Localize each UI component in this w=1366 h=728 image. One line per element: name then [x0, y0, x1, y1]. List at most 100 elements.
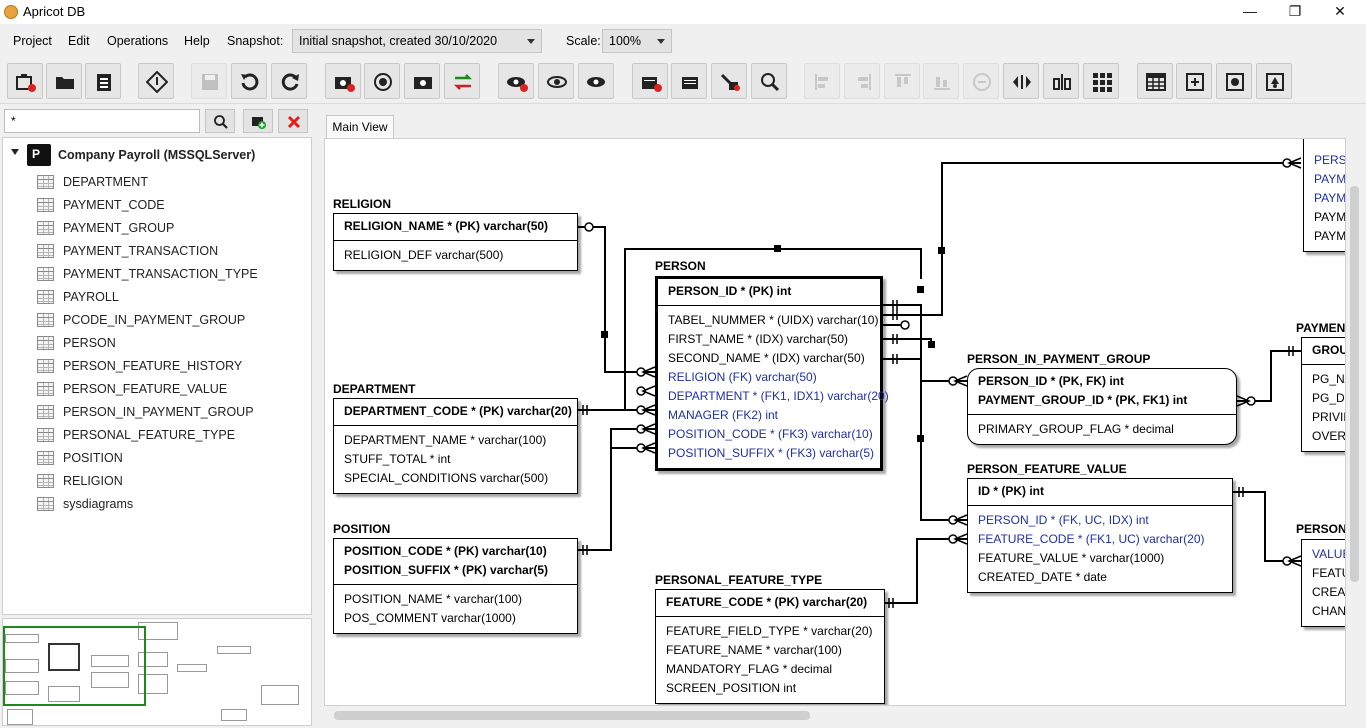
fk-column[interactable]: PAYM	[1314, 189, 1345, 208]
column[interactable]: PAYM	[1314, 208, 1345, 227]
fk-column[interactable]: RELIGION (FK) varchar(50)	[668, 368, 870, 387]
column[interactable]: CREATED_DATE * date	[978, 568, 1222, 587]
minimize-button[interactable]: —	[1228, 0, 1272, 24]
column[interactable]: PG_DEF	[1312, 389, 1345, 408]
view-remove-button[interactable]	[578, 63, 614, 99]
compare-arrows-button[interactable]	[444, 63, 480, 99]
column[interactable]: DEPARTMENT_NAME * varchar(100)	[344, 431, 567, 450]
column[interactable]: POS_COMMENT varchar(1000)	[344, 609, 567, 628]
pk-column[interactable]: POSITION_SUFFIX * (PK) varchar(5)	[344, 561, 567, 580]
minimap-viewport[interactable]	[3, 626, 146, 706]
snapshot-select[interactable]: Initial snapshot, created 30/10/2020	[292, 29, 542, 53]
distribute-horizontal-button[interactable]	[1003, 63, 1039, 99]
pk-column[interactable]: PERSON_ID * (PK, FK) int	[978, 372, 1226, 391]
column[interactable]: FEATURE_VALUE * varchar(1000)	[978, 549, 1222, 568]
menu-help[interactable]: Help	[184, 34, 210, 48]
view-settings-button[interactable]	[538, 63, 574, 99]
column[interactable]: SCREEN_POSITION int	[666, 679, 874, 698]
column[interactable]: SECOND_NAME * (IDX) varchar(50)	[668, 349, 870, 368]
menu-edit[interactable]: Edit	[68, 34, 90, 48]
column[interactable]: FEATURE_NAME * varchar(100)	[666, 641, 874, 660]
entity-person-feature-history-partial[interactable]: VALUE_FEATURCREATECHANG	[1301, 539, 1345, 627]
search-objects-button[interactable]	[205, 109, 235, 133]
entity-person-in-payment-group[interactable]: PERSON_ID * (PK, FK) int PAYMENT_GROUP_ID…	[967, 368, 1237, 445]
new-view-button[interactable]	[498, 63, 534, 99]
add-note-button[interactable]	[1176, 63, 1212, 99]
search-button[interactable]	[751, 63, 787, 99]
column[interactable]: SPECIAL_CONDITIONS varchar(500)	[344, 469, 567, 488]
center-button[interactable]	[963, 63, 999, 99]
grid-button[interactable]	[1083, 63, 1119, 99]
edit-table-button[interactable]	[671, 63, 707, 99]
entity-payment-group-partial[interactable]: GROUP PG_NAMPG_DEFPRIVILEOVERTI	[1301, 337, 1345, 452]
open-project-button[interactable]	[46, 63, 82, 99]
column[interactable]: PRIVILE	[1312, 408, 1345, 427]
column[interactable]: FEATUR	[1312, 564, 1345, 583]
column[interactable]: OVERTI	[1312, 427, 1345, 446]
column[interactable]: PG_NAM	[1312, 370, 1345, 389]
horizontal-scroll-thumb[interactable]	[334, 711, 810, 720]
maximize-button[interactable]: ❐	[1273, 0, 1317, 24]
entity-person[interactable]: PERSON_ID * (PK) int TABEL_NUMMER * (UIDX…	[655, 276, 889, 471]
refresh-button[interactable]	[271, 63, 307, 99]
tab-main-view[interactable]: Main View	[326, 115, 394, 139]
column[interactable]: STUFF_TOTAL * int	[344, 450, 567, 469]
column[interactable]: CHANG	[1312, 602, 1345, 621]
entity-religion[interactable]: RELIGION_NAME * (PK) varchar(50) RELIGION…	[333, 213, 578, 271]
fk-column[interactable]: FEATURE_CODE * (FK1, UC) varchar(20)	[978, 530, 1222, 549]
column[interactable]: RELIGION_DEF varchar(500)	[344, 246, 567, 265]
er-diagram-canvas[interactable]: RELIGION RELIGION_NAME * (PK) varchar(50…	[324, 138, 1346, 706]
close-window-button[interactable]: ✕	[1318, 0, 1362, 24]
column[interactable]: PRIMARY_GROUP_FLAG * decimal	[978, 420, 1226, 439]
scale-select[interactable]: 100%	[602, 29, 672, 53]
column[interactable]: FIRST_NAME * (IDX) varchar(50)	[668, 330, 870, 349]
new-snapshot-button[interactable]	[325, 63, 361, 99]
pk-column[interactable]: PAYMENT_GROUP_ID * (PK, FK1) int	[978, 391, 1226, 410]
fk-column[interactable]: MANAGER (FK2) int	[668, 406, 870, 425]
menu-project[interactable]: Project	[13, 34, 52, 48]
fk-column[interactable]: POSITION_SUFFIX * (FK3) varchar(5)	[668, 444, 874, 463]
pk-column[interactable]: GROUP	[1312, 341, 1345, 360]
entity-personal-feature-type[interactable]: FEATURE_CODE * (PK) varchar(20) FEATURE_F…	[655, 589, 885, 704]
vertical-scrollbar[interactable]	[1346, 138, 1364, 724]
column[interactable]: POSITION_NAME * varchar(100)	[344, 590, 567, 609]
menu-operations[interactable]: Operations	[107, 34, 168, 48]
distribute-vertical-button[interactable]	[1043, 63, 1079, 99]
pk-column[interactable]: PERSON_ID * (PK) int	[668, 282, 870, 301]
tree-expand-icon[interactable]	[11, 149, 19, 155]
column[interactable]: MANDATORY_FLAG * decimal	[666, 660, 874, 679]
entity-position[interactable]: POSITION_CODE * (PK) varchar(10) POSITION…	[333, 538, 578, 634]
align-right-button[interactable]	[844, 63, 880, 99]
entity-department[interactable]: DEPARTMENT_CODE * (PK) varchar(20) DEPART…	[333, 398, 578, 494]
diagram-minimap[interactable]	[2, 618, 312, 726]
entity-top-right-partial[interactable]: PERSOPAYMPAYMPAYMPAYM	[1303, 139, 1345, 252]
object-search-input[interactable]	[4, 109, 200, 133]
pk-column[interactable]: FEATURE_CODE * (PK) varchar(20)	[666, 593, 874, 612]
project-list-button[interactable]	[85, 63, 121, 99]
column[interactable]: CREATE	[1312, 583, 1345, 602]
fk-column[interactable]: PAYM	[1314, 170, 1345, 189]
align-bottom-button[interactable]	[923, 63, 959, 99]
fk-column[interactable]: PERSO	[1314, 151, 1345, 170]
entity-person-feature-value[interactable]: ID * (PK) int PERSON_ID * (FK, UC, IDX) i…	[967, 478, 1233, 593]
undo-button[interactable]	[231, 63, 267, 99]
add-object-button[interactable]	[243, 109, 273, 133]
pk-column[interactable]: RELIGION_NAME * (PK) varchar(50)	[344, 217, 567, 236]
export-button[interactable]	[1256, 63, 1292, 99]
settings-diamond-button[interactable]	[138, 63, 174, 99]
column[interactable]: PAYM	[1314, 227, 1345, 246]
column[interactable]: TABEL_NUMMER * (UIDX) varchar(10)	[668, 311, 878, 330]
save-button[interactable]	[191, 63, 227, 99]
fk-column[interactable]: POSITION_CODE * (FK3) varchar(10)	[668, 425, 873, 444]
fk-column[interactable]: DEPARTMENT * (FK1, IDX1) varchar(20)	[668, 387, 889, 406]
add-table-button[interactable]	[632, 63, 668, 99]
pk-column[interactable]: ID * (PK) int	[978, 482, 1222, 501]
delete-object-button[interactable]	[278, 109, 308, 133]
relationship-button[interactable]	[711, 63, 747, 99]
export-image-button[interactable]	[1216, 63, 1252, 99]
snapshot-view-button[interactable]	[404, 63, 440, 99]
fk-column[interactable]: PERSON_ID * (FK, UC, IDX) int	[978, 511, 1222, 530]
table-view-button[interactable]	[1137, 63, 1173, 99]
pk-column[interactable]: DEPARTMENT_CODE * (PK) varchar(20)	[344, 402, 572, 421]
column[interactable]: FEATURE_FIELD_TYPE * varchar(20)	[666, 622, 874, 641]
